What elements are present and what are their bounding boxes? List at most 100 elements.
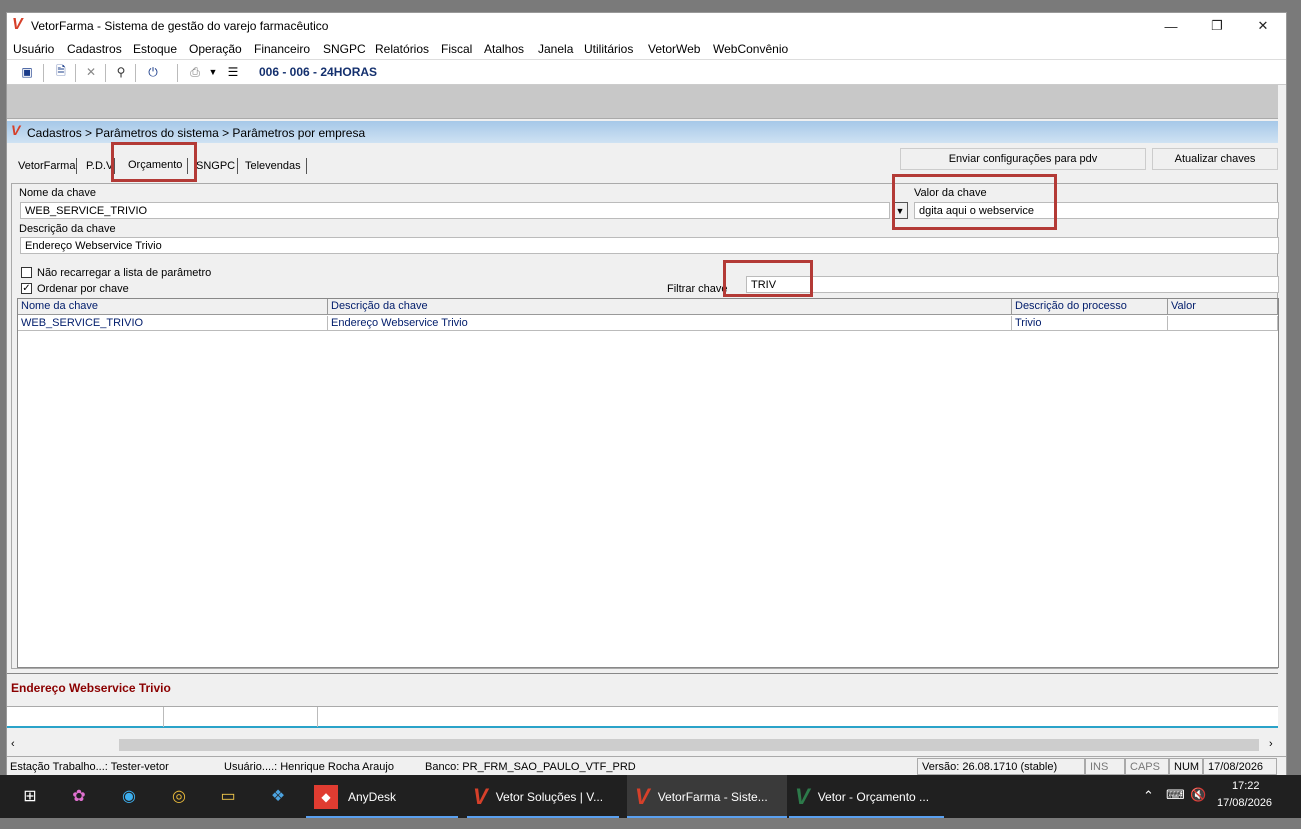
grid-header-key-description[interactable]: Descrição da chave (328, 299, 1012, 315)
grid-cell-key-name[interactable]: WEB_SERVICE_TRIVIO (18, 316, 328, 331)
status-date: 17/08/2026 (1203, 758, 1277, 775)
highlight-key-value (892, 174, 1057, 230)
window-title: VetorFarma - Sistema de gestão do varejo… (31, 19, 329, 33)
description-footer-bar: Endereço Webservice Trivio (7, 673, 1278, 705)
active-indicator (306, 816, 458, 818)
grid-header-process-description[interactable]: Descrição do processo (1012, 299, 1168, 315)
vetor-logo-icon: V (12, 16, 23, 33)
file-explorer-icon[interactable]: ▭ (215, 783, 241, 809)
scroll-left-icon[interactable]: ‹ (11, 738, 15, 750)
tab-televendas[interactable]: Televendas (245, 160, 301, 172)
close-button[interactable]: ✕ (1240, 13, 1286, 39)
minimize-button[interactable]: — (1148, 13, 1194, 39)
search-icon[interactable]: ⚲ (113, 64, 129, 80)
taskbar-app-label: Vetor - Orçamento ... (817, 789, 930, 804)
update-keys-button[interactable]: Atualizar chaves (1152, 148, 1278, 170)
edge-browser-icon[interactable]: ◉ (116, 783, 142, 809)
grid-cell-value[interactable] (1168, 316, 1278, 331)
menu-financeiro[interactable]: Financeiro (254, 42, 310, 56)
grid-cell-key-description[interactable]: Endereço Webservice Trivio (328, 316, 1012, 331)
taskbar-app-vetor-solucoes[interactable]: V Vetor Soluções | V... (467, 775, 619, 818)
tab-separator (76, 158, 77, 174)
grid-header-key-name[interactable]: Nome da chave (18, 299, 328, 315)
dropdown-icon[interactable]: ▼ (205, 64, 221, 80)
scrollbar-thumb[interactable] (119, 739, 1259, 751)
highlight-orcamento-tab (111, 142, 197, 182)
clock-date[interactable]: 17/08/2026 (1217, 797, 1272, 809)
vetor-logo-icon: V (11, 122, 21, 138)
active-indicator (467, 816, 619, 818)
chevron-up-icon[interactable]: ⌃ (1143, 788, 1154, 804)
remote-tool-icon[interactable]: ❖ (265, 783, 291, 809)
key-description-input[interactable]: Endereço Webservice Trivio (20, 237, 1279, 254)
menu-relatorios[interactable]: Relatórios (375, 42, 429, 56)
tab-vetorfarma[interactable]: VetorFarma (18, 160, 75, 172)
title-bar: V VetorFarma - Sistema de gestão do vare… (7, 13, 1286, 39)
menu-utilitarios[interactable]: Utilitários (584, 42, 633, 56)
power-icon[interactable]: ⏻ (145, 64, 161, 80)
windows-start-icon[interactable]: ⊞ (17, 783, 43, 809)
menu-operacao[interactable]: Operação (189, 42, 242, 56)
taskbar-app-anydesk[interactable]: ◆ AnyDesk (306, 775, 458, 818)
save-icon[interactable]: ▣ (19, 64, 35, 80)
toolbar-separator (105, 64, 106, 82)
clock-time[interactable]: 17:22 (1232, 780, 1260, 792)
description-footer-text: Endereço Webservice Trivio (11, 681, 171, 695)
vetor-logo-icon: V (635, 783, 650, 809)
lower-fields-bar (7, 706, 1278, 728)
print-icon[interactable]: ⎙ (187, 64, 203, 80)
active-indicator (627, 816, 787, 818)
filter-key-input[interactable]: TRIV (746, 276, 1279, 293)
field-divider (163, 707, 164, 727)
new-document-icon[interactable]: 🗎 (53, 64, 69, 80)
taskbar-app-vetorfarma[interactable]: V VetorFarma - Siste... (627, 775, 787, 818)
order-by-key-checkbox[interactable]: ✓ (21, 283, 32, 294)
no-reload-checkbox[interactable] (21, 267, 32, 278)
key-description-label: Descrição da chave (19, 223, 116, 235)
taskbar-app-vetor-orcamento[interactable]: V Vetor - Orçamento ... (789, 775, 944, 818)
parameters-grid: Nome da chave Descrição da chave Descriç… (17, 298, 1279, 668)
taskbar-app-label: AnyDesk (348, 789, 397, 804)
menu-vetorweb[interactable]: VetorWeb (648, 42, 700, 56)
field-divider (317, 707, 318, 727)
status-user: Usuário....: Henrique Rocha Araujo (224, 761, 394, 773)
horizontal-scrollbar[interactable]: ‹ › (7, 737, 1278, 753)
tab-pdv[interactable]: P.D.V (86, 160, 113, 172)
export-icon[interactable]: ☰ (225, 64, 241, 80)
menu-janela[interactable]: Janela (538, 42, 573, 56)
tab-separator (306, 158, 307, 174)
volume-muted-icon[interactable]: 🔇 (1190, 787, 1206, 803)
menu-fiscal[interactable]: Fiscal (441, 42, 472, 56)
highlight-filter-key (723, 260, 813, 297)
copilot-icon[interactable]: ✿ (66, 783, 92, 809)
delete-icon[interactable]: ✕ (83, 64, 99, 80)
menu-cadastros[interactable]: Cadastros (67, 42, 122, 56)
app-window: V VetorFarma - Sistema de gestão do vare… (6, 12, 1287, 776)
taskbar-app-label: VetorFarma - Siste... (657, 789, 768, 804)
toolbar-separator (43, 64, 44, 82)
taskbar: ⊞ ✿ ◉ ◎ ▭ ❖ ◆ AnyDesk V Vetor Soluções |… (0, 775, 1301, 818)
menu-atalhos[interactable]: Atalhos (484, 42, 524, 56)
taskbar-app-label: Vetor Soluções | V... (495, 789, 604, 804)
status-caps: CAPS (1125, 758, 1169, 775)
send-config-pdv-button[interactable]: Enviar configurações para pdv (900, 148, 1146, 170)
no-reload-label: Não recarregar a lista de parâmetro (37, 267, 212, 279)
menu-usuario[interactable]: Usuário (13, 42, 54, 56)
order-by-key-label: Ordenar por chave (37, 283, 129, 295)
scroll-right-icon[interactable]: › (1269, 738, 1273, 750)
status-bank: Banco: PR_FRM_SAO_PAULO_VTF_PRD (425, 761, 636, 773)
restore-button[interactable]: ❐ (1194, 13, 1240, 39)
tab-sngpc[interactable]: SNGPC (196, 160, 235, 172)
menu-estoque[interactable]: Estoque (133, 42, 177, 56)
status-ins: INS (1085, 758, 1125, 775)
menu-webconvenio[interactable]: WebConvênio (713, 42, 788, 56)
menu-sngpc[interactable]: SNGPC (323, 42, 366, 56)
breadcrumb: Cadastros > Parâmetros do sistema > Parâ… (27, 126, 366, 140)
key-name-input[interactable]: WEB_SERVICE_TRIVIO (20, 202, 890, 219)
grid-cell-process-description[interactable]: Trivio (1012, 316, 1168, 331)
header-band (7, 85, 1278, 119)
grid-header-value[interactable]: Valor (1168, 299, 1278, 315)
network-icon[interactable]: ⌨ (1166, 787, 1185, 803)
breadcrumb-bar: V Cadastros > Parâmetros do sistema > Pa… (7, 121, 1278, 143)
chrome-browser-icon[interactable]: ◎ (166, 783, 192, 809)
